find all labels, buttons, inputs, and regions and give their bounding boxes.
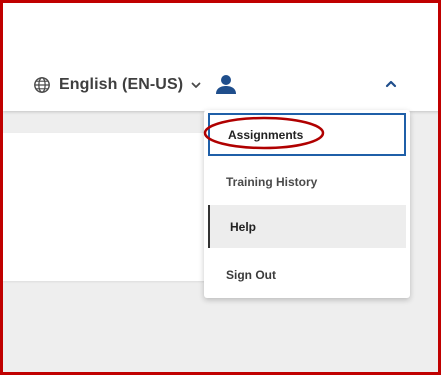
menu-item-sign-out[interactable]: Sign Out	[208, 253, 406, 296]
language-selector[interactable]: English (EN-US)	[33, 73, 202, 97]
chevron-up-icon[interactable]	[384, 77, 398, 91]
menu-item-label: Sign Out	[226, 267, 276, 282]
menu-item-label: Help	[230, 219, 257, 234]
user-menu-dropdown: Assignments Training History Help Sign O…	[204, 110, 410, 298]
menu-item-training-history[interactable]: Training History	[208, 160, 406, 203]
chevron-down-icon	[191, 82, 201, 88]
menu-item-help[interactable]: Help	[208, 205, 406, 248]
menu-item-label: Training History	[226, 174, 318, 189]
screenshot-frame: English (EN-US) Assignments Training His…	[0, 0, 441, 375]
menu-item-assignments[interactable]: Assignments	[208, 113, 406, 156]
menu-item-label: Assignments	[228, 127, 304, 142]
user-icon[interactable]	[214, 72, 238, 96]
globe-icon	[34, 77, 50, 93]
top-header: English (EN-US)	[3, 3, 438, 111]
language-label: English (EN-US)	[59, 76, 184, 93]
content-card	[3, 133, 215, 281]
